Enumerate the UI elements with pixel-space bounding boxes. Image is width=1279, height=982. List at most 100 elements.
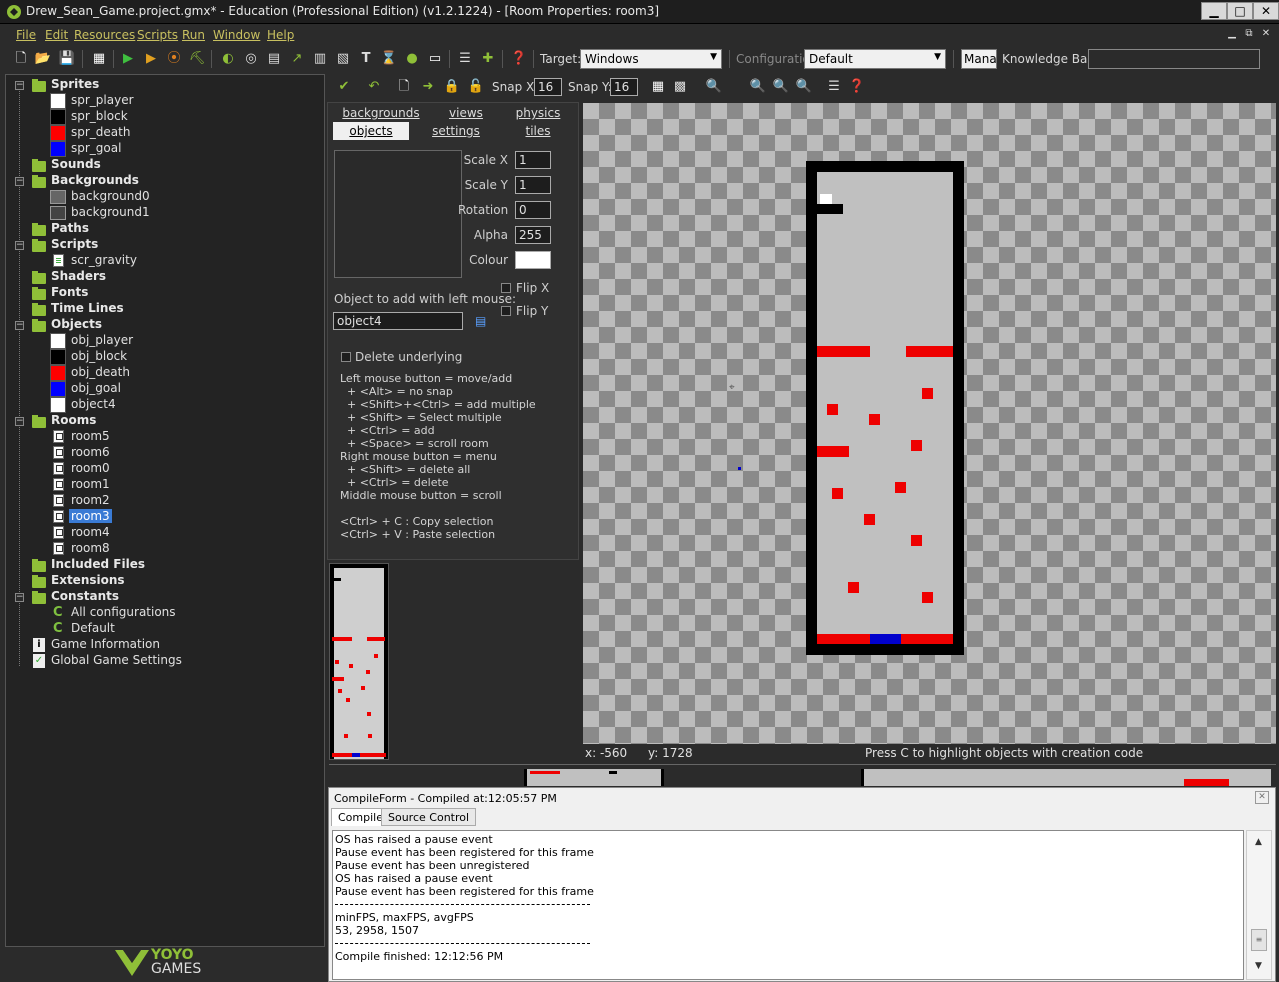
create-path-icon[interactable]: ↗ (288, 50, 306, 68)
manage-button[interactable]: Manag (961, 49, 997, 69)
close-icon[interactable]: ✕ (1255, 791, 1269, 804)
collapse-icon[interactable]: − (15, 321, 24, 330)
collapse-icon[interactable]: − (15, 241, 24, 250)
tree-item-obj-goal[interactable]: obj_goal (71, 381, 121, 397)
create-object-icon[interactable]: ● (403, 50, 421, 68)
tree-item-spr-block[interactable]: spr_block (71, 109, 128, 125)
tree-time-lines[interactable]: Time Lines (51, 301, 124, 317)
tree-item-obj-death[interactable]: obj_death (71, 365, 130, 381)
snap-x-input[interactable]: 16 (534, 78, 562, 96)
room-thumbnail[interactable] (861, 769, 1271, 786)
tree-item-background1[interactable]: background1 (71, 205, 150, 221)
tree-item-room5[interactable]: room5 (71, 429, 110, 445)
tree-item-room2[interactable]: room2 (71, 493, 110, 509)
death-instance[interactable] (848, 582, 859, 593)
menu-resources[interactable]: Resources (74, 28, 135, 42)
room-thumbnail-strip[interactable] (329, 764, 1276, 786)
flip-y-checkbox[interactable] (501, 306, 511, 316)
death-instance[interactable] (922, 388, 933, 399)
tree-item-room0[interactable]: room0 (71, 461, 110, 477)
tab-backgrounds[interactable]: backgrounds (333, 104, 429, 122)
tree-fonts[interactable]: Fonts (51, 285, 88, 301)
tree-item-room4[interactable]: room4 (71, 525, 110, 541)
collapse-icon[interactable]: − (15, 81, 24, 90)
menu-window[interactable]: Window (213, 28, 260, 42)
help-icon[interactable]: ❓ (510, 50, 528, 68)
open-project-icon[interactable]: 📂 (34, 50, 52, 68)
room-minimap[interactable] (329, 563, 389, 760)
scale-y-input[interactable]: 1 (515, 176, 551, 194)
shift-instances-icon[interactable]: ➜ (419, 78, 437, 96)
death-instance[interactable] (911, 440, 922, 451)
tree-item-object4[interactable]: object4 (71, 397, 116, 413)
object-to-add-input[interactable]: object4 (333, 312, 463, 330)
create-executable-icon[interactable]: ▦ (90, 50, 108, 68)
block-instance[interactable] (817, 204, 843, 214)
tree-item-room8[interactable]: room8 (71, 541, 110, 557)
menu-help[interactable]: Help (267, 28, 294, 42)
scroll-up-icon[interactable]: ▲ (1255, 837, 1262, 847)
rotation-input[interactable]: 0 (515, 201, 551, 219)
alpha-input[interactable]: 255 (515, 226, 551, 244)
room-settings-icon[interactable]: ☰ (825, 78, 843, 96)
create-timeline-icon[interactable]: ⌛ (380, 50, 398, 68)
tree-paths[interactable]: Paths (51, 221, 89, 237)
death-instance[interactable] (895, 482, 906, 493)
death-instance[interactable] (817, 446, 849, 457)
clear-room-icon[interactable]: 🗋 (395, 78, 413, 96)
minimize-button[interactable]: ▁ (1201, 2, 1227, 20)
collapse-icon[interactable]: − (15, 593, 24, 602)
death-instance[interactable] (911, 535, 922, 546)
create-room-icon[interactable]: ▭ (426, 50, 444, 68)
maximize-button[interactable]: □ (1227, 2, 1253, 20)
tab-physics[interactable]: physics (503, 104, 573, 122)
create-sprite-icon[interactable]: ◐ (219, 50, 237, 68)
death-instance[interactable] (864, 514, 875, 525)
menu-file[interactable]: File (16, 28, 36, 42)
tree-item-background0[interactable]: background0 (71, 189, 150, 205)
tree-game-information[interactable]: Game Information (51, 637, 160, 653)
zoom-reset-icon[interactable]: 🔍 (772, 78, 790, 96)
mdi-restore-button[interactable]: ⧉ (1242, 28, 1256, 40)
death-instance[interactable] (832, 488, 843, 499)
tree-item-spr-player[interactable]: spr_player (71, 93, 134, 109)
stop-icon[interactable]: ⦿ (165, 50, 183, 68)
room-area[interactable] (806, 161, 964, 655)
tree-backgrounds[interactable]: Backgrounds (51, 173, 139, 189)
save-project-icon[interactable]: 💾 (58, 50, 76, 68)
tree-scripts[interactable]: Scripts (51, 237, 98, 253)
collapse-icon[interactable]: − (15, 417, 24, 426)
tree-sounds[interactable]: Sounds (51, 157, 101, 173)
ok-checkmark-icon[interactable]: ✔ (335, 78, 353, 96)
death-instance[interactable] (817, 346, 870, 357)
collapse-icon[interactable]: − (15, 177, 24, 186)
player-instance[interactable] (820, 194, 832, 204)
create-shader-icon[interactable]: ▧ (334, 50, 352, 68)
death-instance[interactable] (827, 404, 838, 415)
tree-item-all-configurations[interactable]: All configurations (71, 605, 176, 621)
help-icon[interactable]: ❓ (848, 78, 866, 96)
tree-sprites[interactable]: Sprites (51, 77, 99, 93)
tree-item-room3[interactable]: room3 (69, 509, 112, 525)
menu-run[interactable]: Run (182, 28, 205, 42)
target-select[interactable]: Windows ▼ (580, 49, 722, 69)
knowledge-base-input[interactable] (1088, 49, 1260, 69)
grid-toggle-icon[interactable]: ▦ (649, 78, 667, 96)
unlock-icon[interactable]: 🔓 (467, 78, 485, 96)
create-background-icon[interactable]: ▤ (265, 50, 283, 68)
death-instance[interactable] (906, 346, 953, 357)
tree-item-spr-goal[interactable]: spr_goal (71, 141, 121, 157)
tree-item-spr-death[interactable]: spr_death (71, 125, 130, 141)
delete-underlying-checkbox[interactable] (341, 352, 351, 362)
tree-global-game-settings[interactable]: Global Game Settings (51, 653, 182, 669)
tab-tiles[interactable]: tiles (503, 122, 573, 140)
tab-objects[interactable]: objects (333, 122, 409, 140)
goal-instance[interactable] (870, 634, 901, 644)
create-sound-icon[interactable]: ◎ (242, 50, 260, 68)
death-instance[interactable] (922, 592, 933, 603)
scroll-down-icon[interactable]: ▼ (1255, 961, 1262, 971)
scroll-thumb[interactable]: ≡ (1251, 929, 1267, 951)
tree-included-files[interactable]: Included Files (51, 557, 145, 573)
menu-edit[interactable]: Edit (45, 28, 68, 42)
tree-objects[interactable]: Objects (51, 317, 102, 333)
